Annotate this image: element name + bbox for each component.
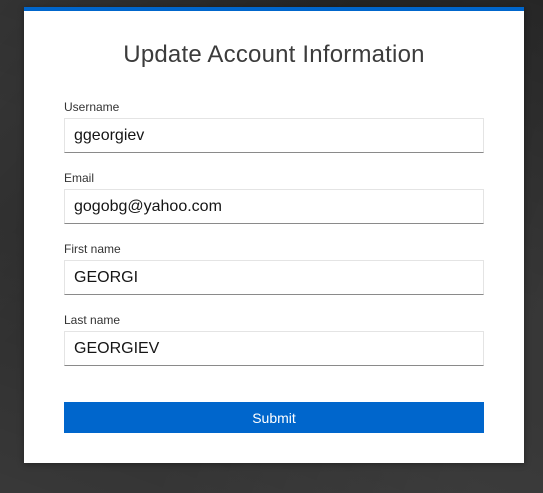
- email-group: Email: [64, 171, 484, 224]
- first-name-field[interactable]: [64, 260, 484, 295]
- submit-button[interactable]: Submit: [64, 402, 484, 433]
- first-name-label: First name: [64, 242, 121, 256]
- email-field[interactable]: [64, 189, 484, 224]
- page-title: Update Account Information: [123, 41, 425, 68]
- username-group: Username: [64, 100, 484, 153]
- last-name-field[interactable]: [64, 331, 484, 366]
- first-name-group: First name: [64, 242, 484, 295]
- update-account-card: Update Account Information Username Emai…: [24, 7, 524, 463]
- last-name-group: Last name: [64, 313, 484, 366]
- email-label: Email: [64, 171, 95, 185]
- username-field[interactable]: [64, 118, 484, 153]
- username-label: Username: [64, 100, 120, 114]
- last-name-label: Last name: [64, 313, 121, 327]
